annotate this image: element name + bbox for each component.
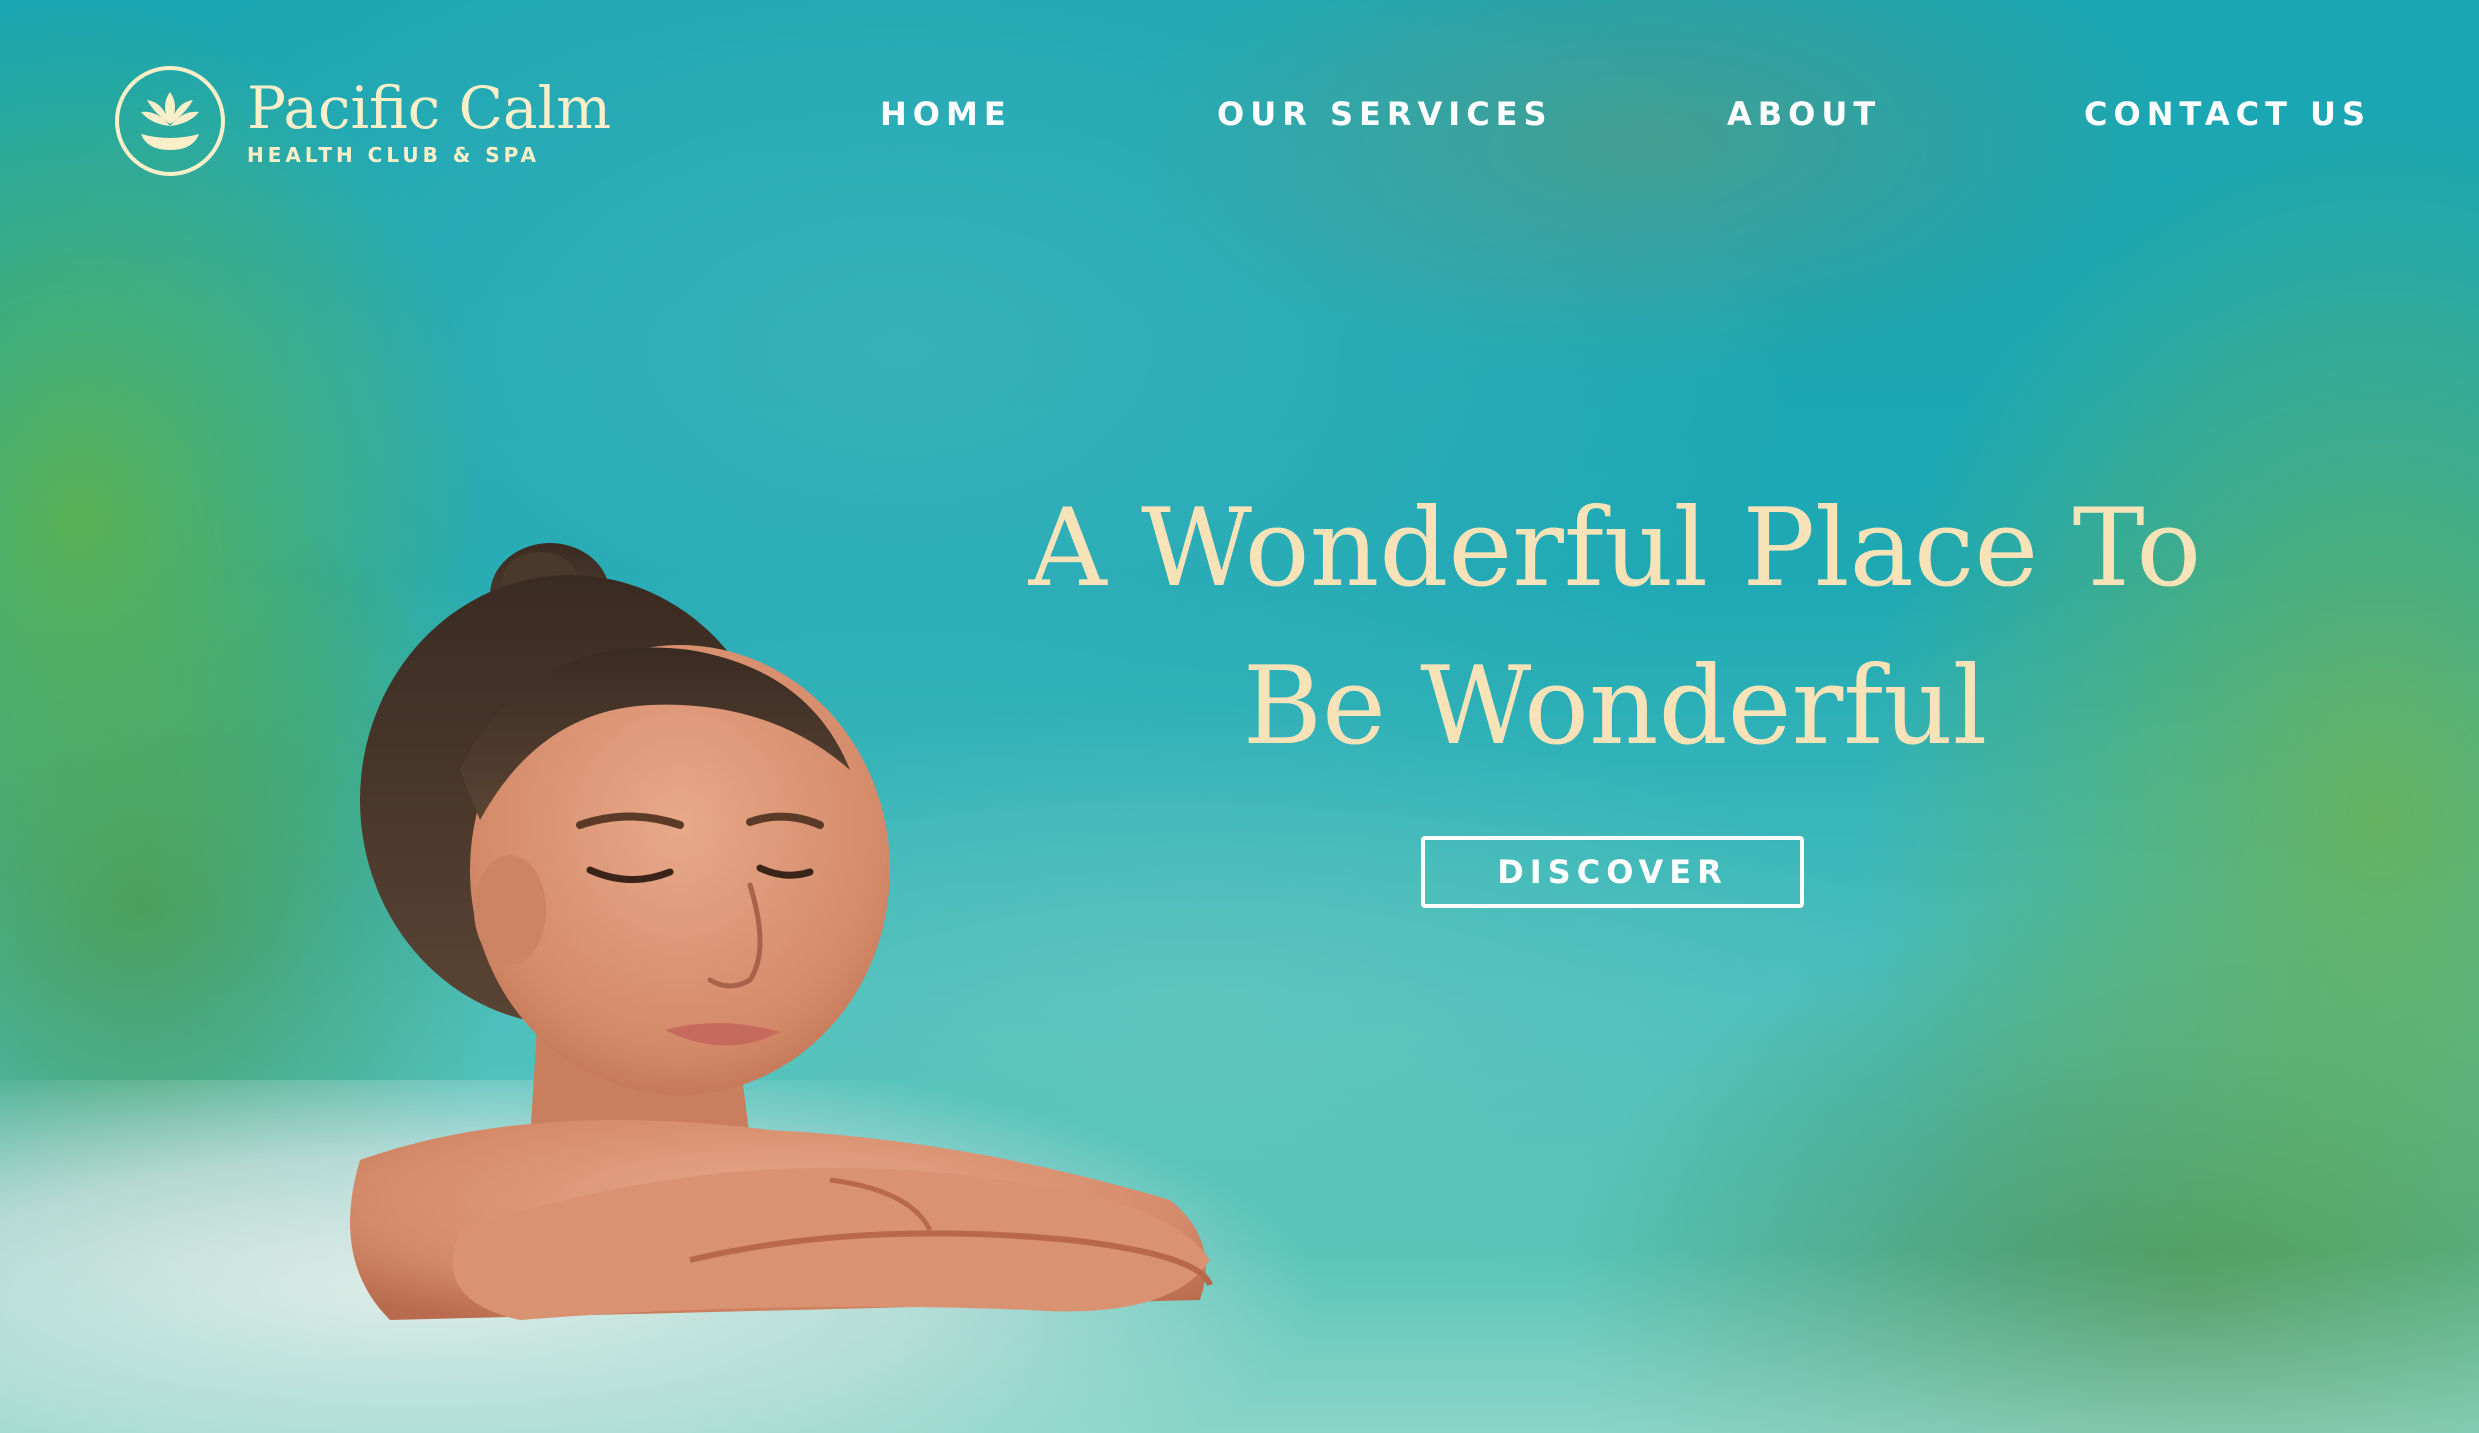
hero-headline-line1: A Wonderful Place To bbox=[1028, 486, 2202, 611]
nav-our-services[interactable]: OUR SERVICES bbox=[1217, 95, 1553, 133]
discover-button[interactable]: DISCOVER bbox=[1421, 836, 1804, 908]
brand-tagline: HEALTH CLUB & SPA bbox=[247, 143, 540, 167]
hero-headline: A Wonderful Place To Be Wonderful bbox=[1000, 470, 2230, 786]
nav-about[interactable]: ABOUT bbox=[1727, 95, 1881, 133]
main-nav: HOME OUR SERVICES ABOUT CONTACT US bbox=[0, 95, 2479, 139]
nav-contact-us[interactable]: CONTACT US bbox=[2084, 95, 2371, 133]
hero-headline-line2: Be Wonderful bbox=[1242, 644, 1988, 769]
nav-home[interactable]: HOME bbox=[880, 95, 1012, 133]
